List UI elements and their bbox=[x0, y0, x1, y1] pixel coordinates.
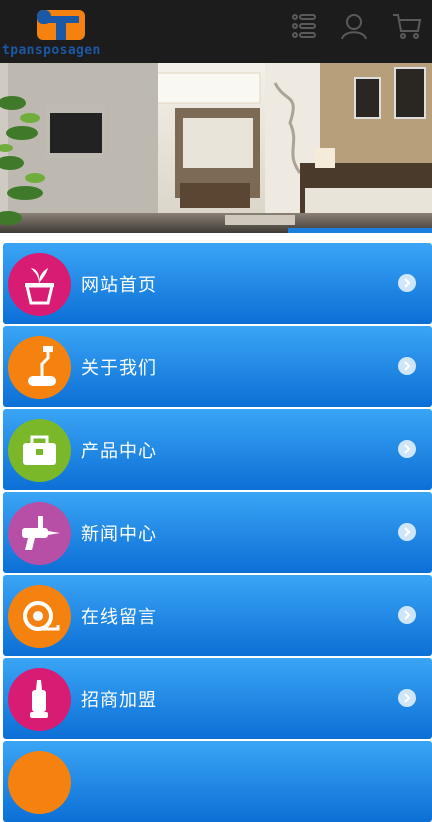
hero-banner[interactable] bbox=[0, 63, 432, 233]
menu-item-label: 网站首页 bbox=[81, 275, 157, 296]
banner-progress-bar bbox=[288, 228, 432, 233]
chevron-right-icon bbox=[398, 689, 416, 707]
menu-item-label: 关于我们 bbox=[81, 358, 157, 379]
glue-gun-icon bbox=[8, 502, 71, 565]
circle-icon bbox=[8, 751, 71, 814]
tape-measure-icon bbox=[8, 585, 71, 648]
logo-text: tpansposagen bbox=[2, 43, 101, 58]
logo[interactable]: tpansposagen bbox=[2, 6, 128, 60]
toolbox-icon bbox=[8, 419, 71, 482]
menu-item-label: 产品中心 bbox=[81, 441, 157, 462]
menu-item-news[interactable]: 新闻中心 bbox=[3, 492, 432, 573]
menu-item-message[interactable]: 在线留言 bbox=[3, 575, 432, 656]
menu-item-label: 招商加盟 bbox=[81, 690, 157, 711]
chevron-right-icon bbox=[398, 274, 416, 292]
chevron-right-icon bbox=[398, 440, 416, 458]
chevron-right-icon bbox=[398, 523, 416, 541]
cart-icon[interactable] bbox=[392, 12, 422, 40]
chevron-right-icon bbox=[398, 606, 416, 624]
menu-item-more[interactable] bbox=[3, 741, 432, 822]
menu-item-home[interactable]: 网站首页 bbox=[3, 243, 432, 324]
list-icon[interactable] bbox=[289, 12, 319, 40]
chevron-right-icon bbox=[398, 357, 416, 375]
living-room-image bbox=[0, 63, 432, 233]
user-icon[interactable] bbox=[339, 12, 369, 40]
caulk-tube-icon bbox=[8, 668, 71, 731]
menu-item-label: 在线留言 bbox=[81, 607, 157, 628]
logo-mark-icon bbox=[37, 10, 85, 40]
menu-item-label: 新闻中心 bbox=[81, 524, 157, 545]
plant-pot-icon bbox=[8, 253, 71, 316]
menu-item-products[interactable]: 产品中心 bbox=[3, 409, 432, 490]
paint-roller-icon bbox=[8, 336, 71, 399]
menu-item-franchise[interactable]: 招商加盟 bbox=[3, 658, 432, 739]
app-header: tpansposagen bbox=[0, 0, 432, 63]
menu-item-about[interactable]: 关于我们 bbox=[3, 326, 432, 407]
